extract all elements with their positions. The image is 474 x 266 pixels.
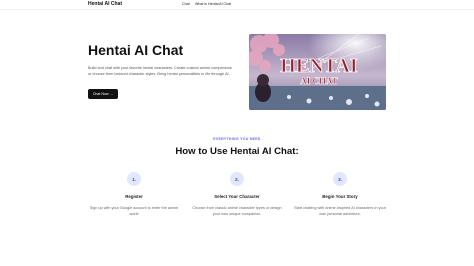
hero-title: Hentai AI Chat — [88, 42, 184, 58]
step-card-register: 1. Register Sign up with your Google acc… — [84, 172, 184, 217]
section-title: How to Use Hentai AI Chat: — [175, 146, 299, 157]
top-navbar: Hentai AI Chat Chat What is Hentai AI Ch… — [0, 0, 474, 10]
step-number: 1. — [127, 172, 141, 186]
image-headline-text: HENTAI — [280, 55, 358, 77]
step-description: Sign up with your Google account to ente… — [89, 206, 179, 216]
chat-now-button[interactable]: Chat Now → — [88, 89, 118, 99]
step-number: 3. — [333, 172, 347, 186]
step-title: Begin Your Story — [322, 194, 358, 199]
hero-description: Build and chat with your favorite hentai… — [88, 66, 232, 76]
step-description: Choose from classic anime character type… — [192, 206, 282, 216]
nav-link-chat[interactable]: Chat — [182, 2, 190, 6]
image-subheadline-text: AI CHAT — [300, 76, 338, 86]
step-card-select-character: 2. Select Your Character Choose from cla… — [187, 172, 287, 217]
step-card-begin-story: 3. Begin Your Story Start chatting with … — [290, 172, 390, 217]
arrow-right-icon: → — [109, 92, 114, 96]
section-eyebrow: EVERYTHING YOU NEED — [213, 137, 261, 141]
step-number: 2. — [230, 172, 244, 186]
brand-logo[interactable]: Hentai AI Chat — [88, 1, 122, 7]
step-description: Start chatting with anime-inspired AI ch… — [294, 206, 386, 216]
hero-image: HENTAI AI CHAT — [249, 34, 386, 110]
step-title: Register — [125, 194, 143, 199]
nav-link-what-is[interactable]: What is Hentai AI Chat — [195, 2, 231, 6]
step-title: Select Your Character — [214, 194, 260, 199]
chat-now-label: Chat Now — [92, 92, 109, 96]
